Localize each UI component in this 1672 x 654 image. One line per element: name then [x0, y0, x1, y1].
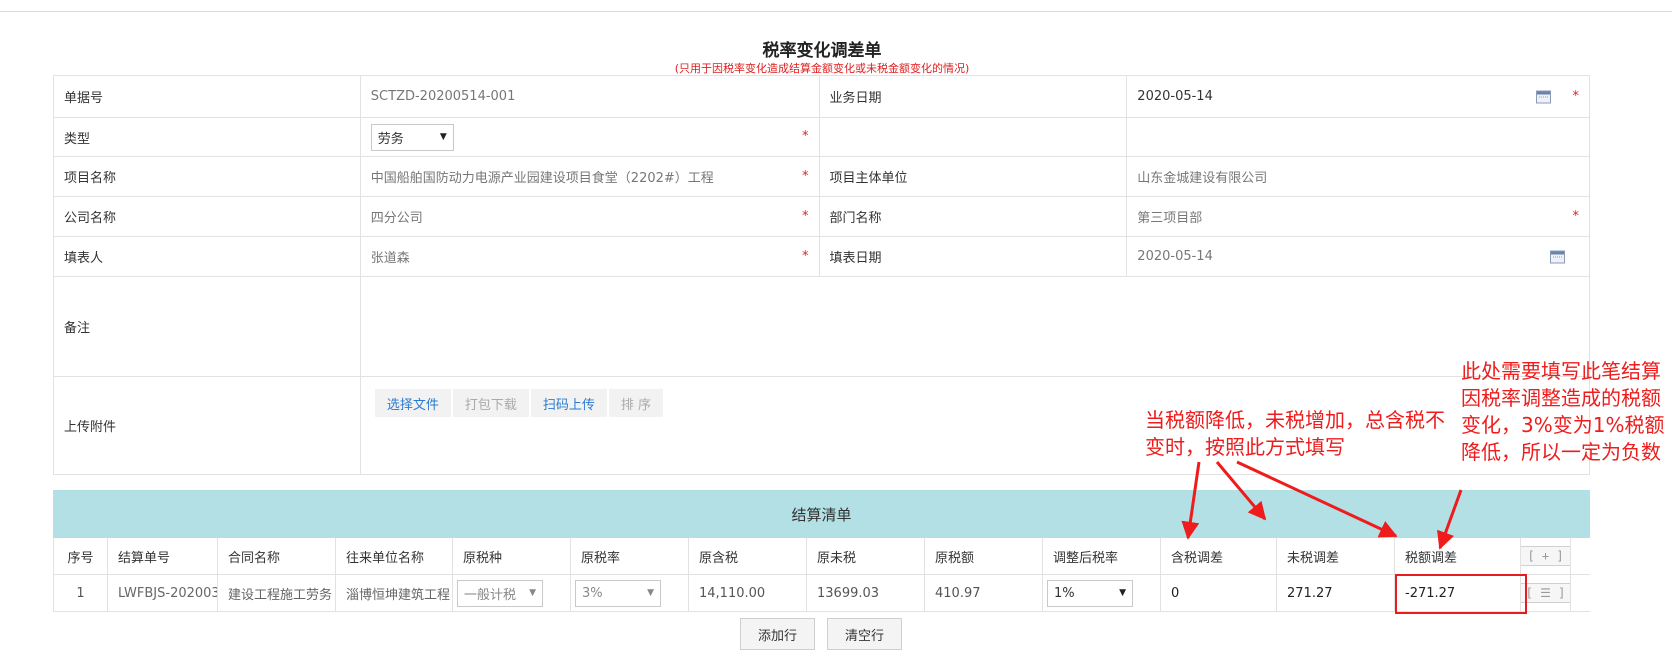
pack-download-button[interactable]: 打包下载	[452, 389, 529, 417]
orig-incl-cell: 14,110.00	[689, 575, 807, 611]
biz-date-value: 2020-05-14	[1137, 89, 1213, 104]
col-header: 含税调差	[1161, 538, 1277, 574]
col-header: 原税种	[453, 538, 571, 574]
add-column-button[interactable]: [ + ]	[1521, 546, 1570, 566]
highlight-box	[1395, 574, 1527, 614]
choose-file-button[interactable]: 选择文件	[374, 389, 451, 417]
page-subtitle: (只用于因税率变化造成结算金额变化或未税金额变化的情况)	[674, 62, 970, 75]
new-rate-cell: 1% ▼	[1043, 575, 1161, 611]
form-row-filler: 填表人 张道森 * 填表日期 2020-05-14	[54, 237, 1590, 277]
project-label: 项目名称	[54, 157, 361, 196]
settlement-section-title: 结算清单	[53, 490, 1590, 538]
dept-label: 部门名称	[820, 197, 1128, 236]
clear-rows-button[interactable]: 清空行	[827, 618, 903, 650]
fill-date-field[interactable]: 2020-05-14	[1127, 237, 1590, 276]
tax-type-cell: 一般计税 ▼	[453, 575, 571, 611]
company-label: 公司名称	[54, 197, 361, 236]
table-header-row: 序号 结算单号 合同名称 往来单位名称 原税种 原税率 原含税 原未税 原税额 …	[54, 538, 1590, 575]
required-mark: *	[802, 208, 809, 224]
col-header: 税额调差	[1395, 538, 1521, 574]
calendar-icon[interactable]	[1536, 90, 1551, 103]
page-title: 税率变化调差单	[762, 41, 882, 61]
required-mark: *	[1572, 88, 1580, 104]
orig-excl-cell: 13699.03	[807, 575, 925, 611]
sort-button[interactable]: 排 序	[608, 389, 663, 417]
col-header: 未税调差	[1277, 538, 1395, 574]
doc-no-value: SCTZD-20200514-001	[361, 76, 820, 117]
biz-date-label: 业务日期	[820, 76, 1128, 117]
diff-incl-input[interactable]: 0	[1161, 575, 1277, 611]
col-header: 往来单位名称	[336, 538, 453, 574]
remark-label: 备注	[54, 277, 361, 376]
orig-tax-cell: 410.97	[925, 575, 1043, 611]
filler-field[interactable]: 张道森 *	[361, 237, 820, 276]
caret-down-icon: ▼	[647, 588, 654, 598]
col-header: 调整后税率	[1043, 538, 1161, 574]
row-index: 1	[54, 575, 108, 611]
scan-upload-button[interactable]: 扫码上传	[530, 389, 607, 417]
col-header: 结算单号	[108, 538, 218, 574]
form-row-company: 公司名称 四分公司 * 部门名称 第三项目部 *	[54, 197, 1590, 237]
filler-label: 填表人	[54, 237, 361, 276]
form-row-docno: 单据号 SCTZD-20200514-001 业务日期 2020-05-14 *	[54, 76, 1590, 118]
caret-down-icon: ▼	[439, 132, 447, 142]
company-field[interactable]: 四分公司 *	[361, 197, 820, 236]
orig-rate-cell: 3% ▼	[571, 575, 689, 611]
col-header: 原含税	[689, 538, 807, 574]
empty-cell	[820, 118, 1128, 156]
table-actions: 添加行 清空行	[740, 618, 903, 650]
empty-cell	[1127, 118, 1590, 156]
orig-rate-select[interactable]: 3% ▼	[575, 579, 661, 607]
calendar-icon[interactable]	[1550, 250, 1565, 263]
col-header: 合同名称	[218, 538, 336, 574]
form-row-type: 类型 劳务 ▼ *	[54, 118, 1590, 157]
settle-no-cell[interactable]: LWFBJS-202003	[108, 575, 218, 611]
required-mark: *	[802, 128, 809, 144]
partner-cell[interactable]: 淄博恒坤建筑工程	[336, 575, 453, 611]
row-menu-cell: [ ☰ ]	[1521, 575, 1571, 611]
biz-date-field[interactable]: 2020-05-14 *	[1127, 76, 1590, 117]
project-field[interactable]: 中国船舶国防动力电源产业园建设项目食堂（2202#）工程 *	[361, 157, 820, 196]
type-cell: 劳务 ▼ *	[361, 118, 820, 156]
col-header: 原税额	[925, 538, 1043, 574]
remark-input[interactable]	[361, 277, 1590, 376]
row-menu-button[interactable]: [ ☰ ]	[1521, 583, 1570, 603]
col-header: 序号	[54, 538, 108, 574]
top-divider	[0, 11, 1672, 12]
annotation-note-1: 当税额降低，未税增加，总含税不变时，按照此方式填写	[1145, 408, 1445, 459]
fill-date-label: 填表日期	[820, 237, 1128, 276]
dept-field[interactable]: 第三项目部 *	[1127, 197, 1590, 236]
attach-label: 上传附件	[54, 377, 361, 474]
caret-down-icon: ▼	[1119, 588, 1126, 598]
project-owner-label: 项目主体单位	[820, 157, 1128, 196]
type-label: 类型	[54, 118, 361, 156]
type-select[interactable]: 劳务 ▼	[370, 123, 454, 151]
annotation-note-2: 此处需要填写此笔结算因税率调整造成的税额变化，3%变为1%税额降低，所以一定为负…	[1461, 359, 1665, 464]
required-mark: *	[802, 248, 809, 264]
project-owner-value: 山东金城建设有限公司	[1127, 157, 1590, 196]
col-header: 原税率	[571, 538, 689, 574]
attach-toolbar: 选择文件 打包下载 扫码上传 排 序	[374, 389, 663, 417]
doc-no-label: 单据号	[54, 76, 361, 117]
form-row-project: 项目名称 中国船舶国防动力电源产业园建设项目食堂（2202#）工程 * 项目主体…	[54, 157, 1590, 197]
add-column-cell: [ + ]	[1521, 538, 1571, 574]
diff-excl-input[interactable]: 271.27	[1277, 575, 1395, 611]
form-row-remark: 备注	[54, 277, 1590, 377]
caret-down-icon: ▼	[529, 588, 536, 598]
table-row: 1 LWFBJS-202003 建设工程施工劳务 淄博恒坤建筑工程 一般计税 ▼ …	[54, 575, 1590, 612]
col-header: 原未税	[807, 538, 925, 574]
required-mark: *	[802, 168, 809, 184]
settlement-table: 序号 结算单号 合同名称 往来单位名称 原税种 原税率 原含税 原未税 原税额 …	[53, 538, 1590, 612]
tax-type-select[interactable]: 一般计税 ▼	[457, 579, 543, 607]
add-row-button[interactable]: 添加行	[740, 618, 816, 650]
contract-cell[interactable]: 建设工程施工劳务	[218, 575, 336, 611]
required-mark: *	[1572, 208, 1580, 224]
new-rate-select[interactable]: 1% ▼	[1047, 579, 1133, 607]
